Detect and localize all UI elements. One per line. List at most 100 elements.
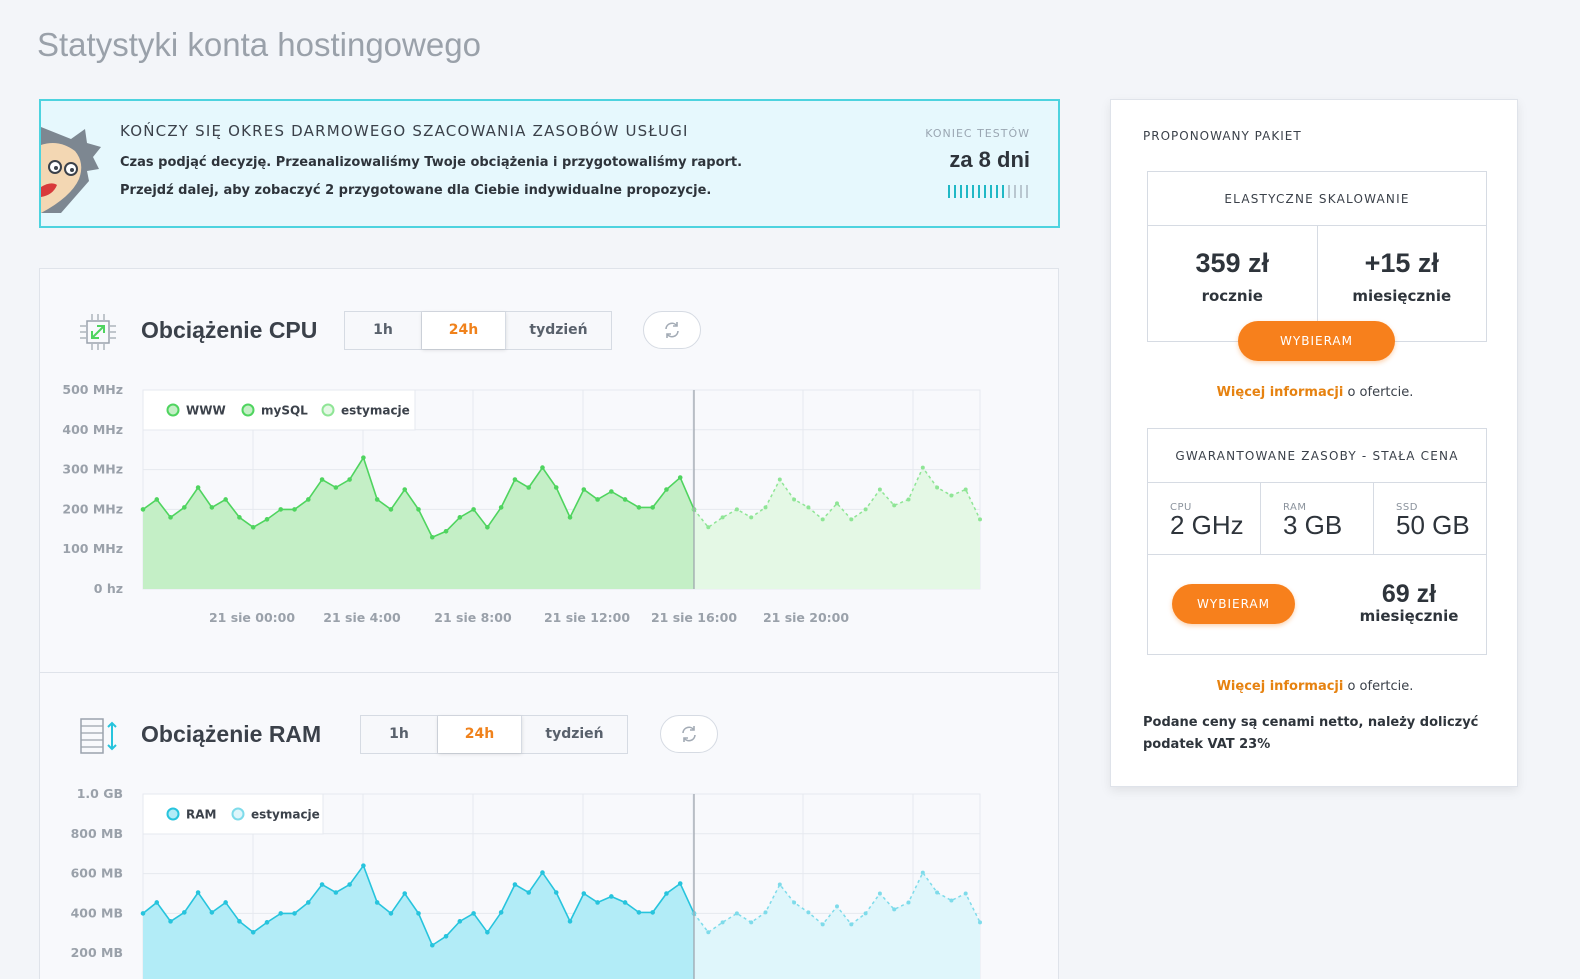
estimate-point — [835, 501, 839, 506]
data-point — [650, 910, 655, 915]
legend-marker — [231, 807, 245, 821]
price-year-value: 359 zł — [1195, 248, 1270, 278]
data-point — [471, 507, 476, 512]
cpu-refresh-button[interactable] — [643, 311, 701, 349]
data-point — [250, 525, 256, 530]
data-point — [581, 487, 587, 492]
y-tick-label: 800 MB — [71, 826, 123, 841]
data-point — [402, 487, 408, 492]
data-point — [347, 882, 352, 887]
price-year-label: rocznie — [1201, 287, 1263, 305]
guaranteed-choose-button[interactable]: WYBIERAM — [1172, 584, 1295, 624]
data-point — [182, 505, 187, 510]
spec-cpu-value: 2 GHz — [1170, 510, 1244, 540]
progress-tick — [966, 185, 968, 198]
estimate-point — [763, 910, 768, 915]
data-point — [195, 485, 201, 490]
elastic-choose-button[interactable]: WYBIERAM — [1238, 321, 1395, 361]
data-point — [636, 910, 642, 915]
x-tick-label: 21 sie 8:00 — [434, 610, 512, 625]
spec-ram-value: 3 GB — [1283, 510, 1343, 540]
data-point — [154, 900, 160, 905]
estimate-point — [920, 870, 925, 875]
estimate-point — [978, 517, 982, 522]
estimate-point — [734, 911, 739, 916]
trial-end-label: KONIEC TESTÓW — [925, 127, 1030, 140]
y-tick-label: 500 MHz — [62, 382, 123, 397]
ram-range-tabs: 1h 24h tydzień — [360, 715, 628, 754]
data-point — [595, 900, 600, 905]
price-month-value: +15 zł — [1364, 248, 1439, 278]
spec-ram: RAM 3 GB — [1261, 483, 1374, 554]
guaranteed-plan-heading: GWARANTOWANE ZASOBY - STAŁA CENA — [1148, 429, 1486, 483]
estimate-point — [849, 922, 854, 927]
legend-marker — [166, 807, 180, 821]
cpu-tab-1h[interactable]: 1h — [345, 312, 422, 349]
data-point — [567, 919, 573, 924]
ram-refresh-button[interactable] — [660, 715, 718, 753]
data-point — [443, 933, 449, 939]
estimate-point — [792, 497, 797, 502]
ram-tab-1h[interactable]: 1h — [361, 716, 438, 753]
ram-icon — [80, 718, 117, 754]
estimate-point — [892, 907, 897, 912]
data-point — [429, 534, 435, 540]
x-tick-label: 21 sie 4:00 — [323, 610, 401, 625]
cpu-tab-week[interactable]: tydzień — [506, 312, 611, 349]
data-point — [636, 505, 642, 510]
legend-label: WWW — [186, 404, 226, 418]
cpu-chart: 500 MHz 400 MHz 300 MHz 200 MHz 100 MHz 0 hz 2… — [62, 382, 982, 625]
data-point — [429, 942, 435, 948]
estimate-point — [749, 515, 754, 520]
data-point — [237, 515, 242, 520]
cpu-tab-24h[interactable]: 24h — [422, 312, 506, 349]
guaranteed-more-info: Więcej informacji o ofertcie. — [1111, 679, 1519, 694]
data-point — [457, 515, 463, 520]
x-tick-label: 21 sie 00:00 — [209, 610, 295, 625]
data-point — [361, 863, 366, 868]
data-point — [168, 919, 173, 924]
y-tick-label: 0 hz — [94, 581, 123, 596]
progress-tick — [1008, 185, 1010, 198]
data-point — [416, 507, 421, 512]
progress-tick — [990, 185, 992, 198]
progress-tick — [1026, 185, 1028, 198]
legend-label: estymacje — [251, 808, 320, 822]
data-point — [374, 900, 380, 905]
ram-tab-24h[interactable]: 24h — [438, 716, 522, 753]
more-info-suffix: o ofertcie. — [1343, 385, 1414, 400]
y-tick-label: 200 MB — [71, 945, 123, 960]
x-tick-label: 21 sie 20:00 — [763, 610, 849, 625]
data-point — [237, 919, 242, 924]
banner-line-2: Przejdź dalej, aby zobaczyć 2 przygotowa… — [120, 183, 712, 198]
estimate-point — [877, 891, 882, 896]
data-point — [223, 900, 228, 905]
page-title: Statystyki konta hostingowego — [37, 26, 481, 63]
data-point — [677, 475, 683, 480]
ram-tab-week[interactable]: tydzień — [522, 716, 627, 753]
price-month-label: miesięcznie — [1352, 287, 1452, 305]
progress-tick — [954, 185, 956, 198]
guaranteed-plan-box: GWARANTOWANE ZASOBY - STAŁA CENA CPU 2 G… — [1147, 428, 1487, 655]
elastic-more-info-link[interactable]: Więcej informacji — [1217, 385, 1344, 400]
estimate-point — [963, 487, 968, 492]
estimate-point — [792, 900, 797, 905]
trial-banner: KOŃCZY SIĘ OKRES DARMOWEGO SZACOWANIA ZA… — [39, 99, 1060, 228]
data-point — [567, 515, 573, 520]
data-point — [553, 890, 559, 895]
data-point — [388, 911, 394, 916]
data-point — [168, 515, 173, 520]
y-tick-label: 400 MB — [71, 905, 123, 920]
estimate-point — [777, 477, 782, 482]
guaranteed-more-info-link[interactable]: Więcej informacji — [1217, 679, 1344, 694]
data-point — [677, 881, 683, 886]
y-tick-label: 600 MB — [71, 866, 123, 881]
estimate-point — [920, 465, 925, 470]
progress-tick — [948, 185, 950, 198]
banner-line-1: Czas podjąć decyzję. Przeanalizowaliśmy … — [120, 155, 743, 170]
elastic-more-info: Więcej informacji o ofertcie. — [1111, 385, 1519, 400]
estimate-point — [706, 930, 711, 935]
estimate-point — [777, 882, 782, 887]
estimate-point — [820, 517, 825, 522]
data-point — [622, 497, 628, 502]
